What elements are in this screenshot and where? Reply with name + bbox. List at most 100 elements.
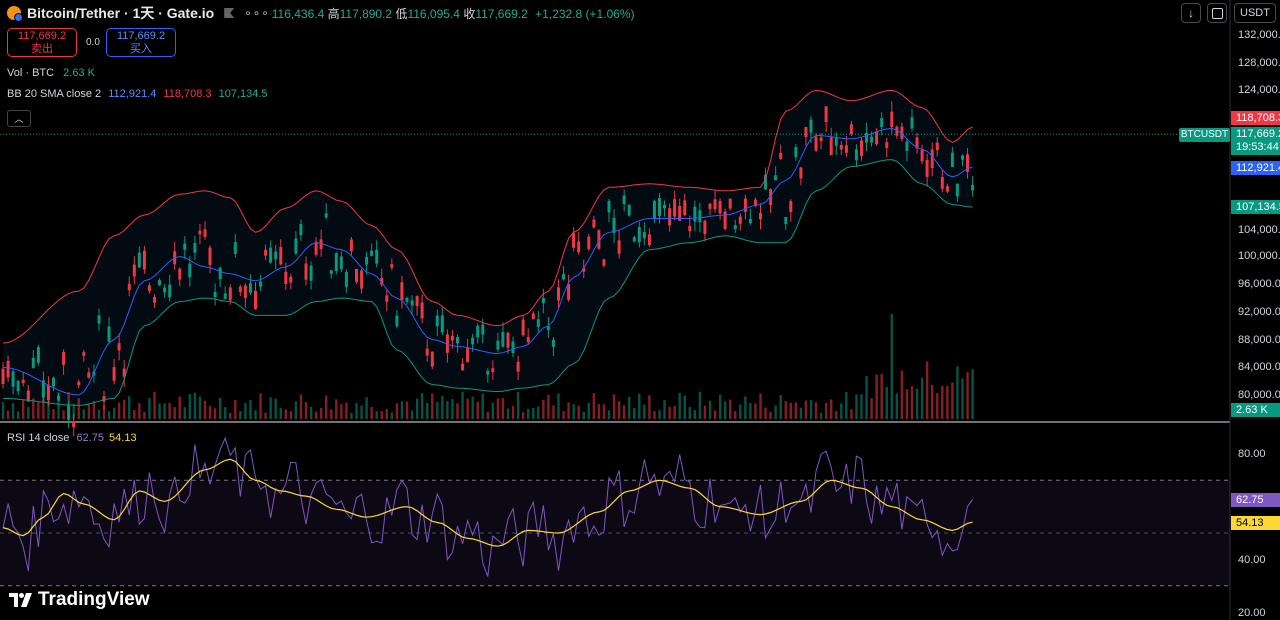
- candle-body: [415, 296, 419, 307]
- volume-bar: [128, 396, 131, 419]
- volume-bar: [501, 398, 505, 419]
- fullscreen-button[interactable]: [1207, 3, 1227, 23]
- candle-body: [642, 232, 646, 239]
- volume-bar: [11, 403, 15, 419]
- rsi-legend[interactable]: RSI 14 close 62.75 54.13: [7, 432, 137, 444]
- volume-bar: [860, 394, 863, 419]
- volume-bar: [178, 396, 181, 419]
- symbol-title[interactable]: Bitcoin/Tether · 1天 · Gate.io: [27, 3, 214, 23]
- candle-body: [471, 337, 475, 345]
- price-axis-label: 96,000.0: [1238, 278, 1280, 290]
- candle-body: [622, 195, 626, 205]
- candle-body: [612, 217, 616, 233]
- candle-body: [885, 142, 889, 149]
- volume-bar: [461, 391, 464, 419]
- candle-body: [784, 217, 788, 224]
- candle-body: [668, 208, 672, 226]
- volume-bar: [668, 406, 671, 419]
- volume-bar: [703, 405, 707, 419]
- sell-button[interactable]: 117,669.2 卖出: [7, 28, 77, 57]
- volume-bar: [648, 395, 651, 419]
- buy-button[interactable]: 117,669.2 买入: [106, 28, 176, 57]
- volume-bar: [799, 407, 803, 419]
- volume-legend[interactable]: Vol · BTC 2.63 K: [7, 67, 95, 79]
- candle-body: [365, 256, 369, 265]
- volume-bar: [764, 407, 767, 419]
- price-axis-label: 128,000.0: [1238, 57, 1280, 69]
- volume-bar: [309, 406, 313, 419]
- volume-bar: [304, 402, 308, 419]
- volume-bar: [840, 403, 843, 419]
- status-dots-icon[interactable]: ∘∘∘: [244, 6, 270, 20]
- volume-bar: [193, 392, 197, 419]
- volume-bar: [325, 395, 328, 419]
- candle-body: [31, 357, 35, 368]
- volume-bar: [729, 399, 732, 419]
- candle-body: [420, 302, 424, 319]
- volume-bar: [173, 407, 176, 419]
- volume-bar: [920, 377, 924, 419]
- volume-bar: [319, 407, 323, 419]
- volume-bar: [880, 373, 883, 419]
- candle-body: [950, 152, 954, 167]
- candle-body: [254, 290, 257, 310]
- candle-body: [632, 237, 636, 242]
- flag-icon[interactable]: [224, 8, 235, 18]
- high-value: 117,890.2: [339, 6, 393, 21]
- candle-body: [203, 229, 207, 237]
- volume-bar: [208, 405, 212, 419]
- candle-body: [637, 227, 641, 243]
- volume-bar: [946, 385, 949, 419]
- volume-bar: [431, 393, 434, 419]
- volume-bar: [794, 402, 798, 419]
- candle-body: [839, 145, 843, 150]
- candle-body: [314, 241, 318, 255]
- candle-body: [72, 421, 76, 428]
- candle-body: [375, 249, 379, 264]
- fullscreen-icon: [1211, 7, 1223, 19]
- volume-bar: [885, 387, 888, 419]
- candle-body: [395, 315, 399, 327]
- tradingview-logo[interactable]: TradingView: [9, 589, 150, 611]
- volume-bar: [890, 314, 893, 419]
- candle-body: [971, 184, 975, 191]
- candle-body: [248, 283, 252, 293]
- volume-bar: [633, 407, 636, 419]
- candle-body: [259, 281, 263, 287]
- candle-body: [829, 137, 833, 155]
- volume-bar: [516, 391, 520, 419]
- candle-body: [178, 268, 182, 280]
- candle-body: [385, 295, 389, 302]
- volume-bar: [117, 402, 121, 419]
- volume-bar: [168, 403, 171, 419]
- volume-bar: [784, 401, 787, 419]
- candle-body: [77, 381, 81, 386]
- download-button[interactable]: ↓: [1181, 3, 1201, 23]
- volume-bar: [410, 410, 414, 419]
- rsi-axis-label: 40.00: [1238, 554, 1266, 566]
- candle-body: [713, 199, 717, 210]
- currency-button[interactable]: USDT: [1234, 3, 1276, 23]
- volume-bar: [511, 406, 515, 419]
- volume-bar: [905, 389, 909, 419]
- candle-body: [925, 160, 929, 177]
- price-axis-label: 84,000.0: [1238, 361, 1280, 373]
- collapse-legend-button[interactable]: ︿: [7, 110, 31, 127]
- volume-bar: [203, 400, 207, 419]
- candle-body: [243, 285, 247, 299]
- candle-body: [617, 240, 621, 254]
- volume-bar: [400, 401, 404, 419]
- price-axis-label: 92,000.0: [1238, 306, 1280, 318]
- price-axis-label: 80,000.0: [1238, 389, 1280, 401]
- bb-legend[interactable]: BB 20 SMA close 2 112,921.4 118,708.3 10…: [7, 88, 268, 100]
- logo-text: TradingView: [38, 589, 150, 610]
- candle-body: [82, 352, 86, 356]
- volume-bar: [97, 409, 101, 419]
- candle-body: [476, 325, 480, 338]
- candle-body: [673, 199, 677, 217]
- candle-body: [940, 177, 944, 189]
- candle-body: [759, 213, 762, 220]
- volume-bar: [143, 412, 146, 419]
- volume-bar: [249, 400, 252, 419]
- candle-body: [723, 211, 727, 229]
